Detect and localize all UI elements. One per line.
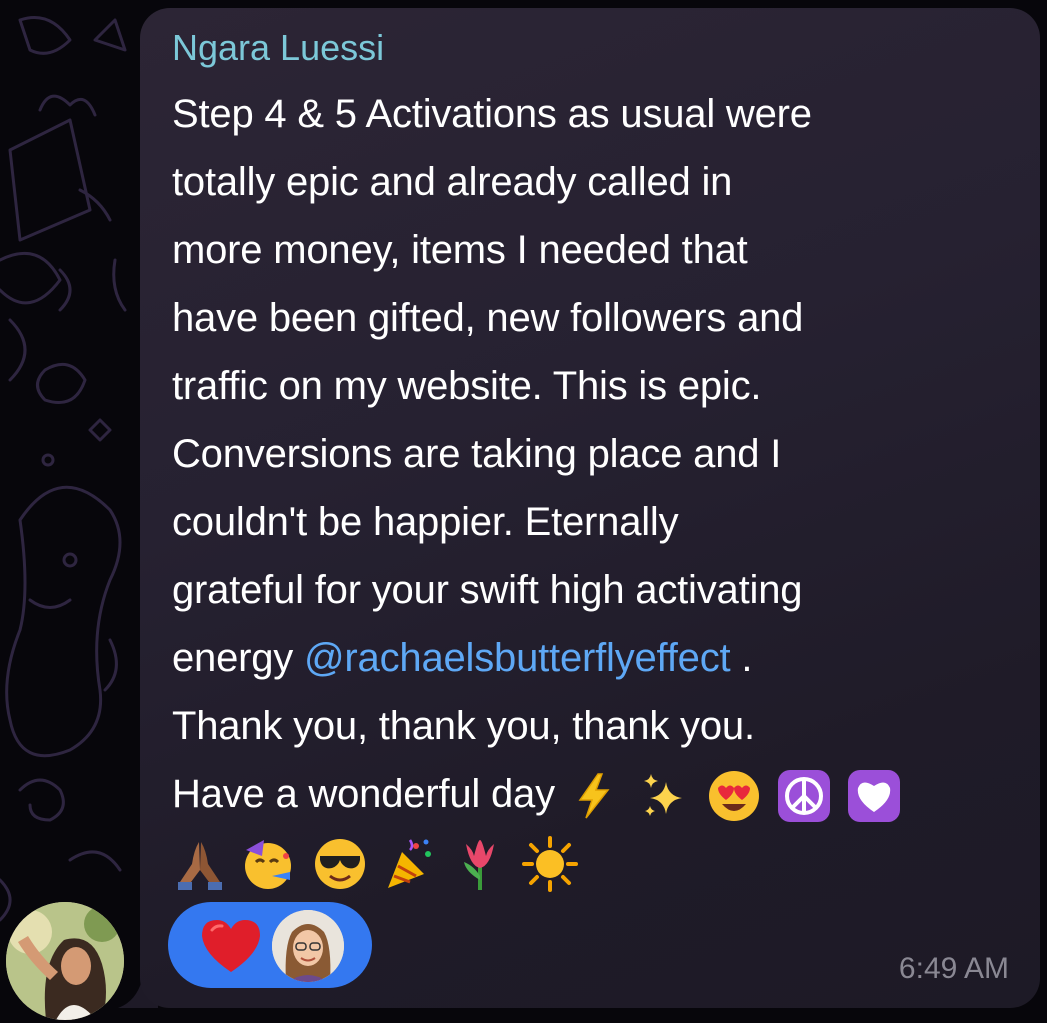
emoji-group (566, 768, 902, 824)
sun-emoji (522, 836, 578, 893)
red-heart-icon (202, 920, 260, 972)
sparkles-emoji (636, 768, 692, 824)
tulip-emoji (452, 836, 508, 892)
message-text-segment: Have a wonderful day (172, 772, 555, 816)
sender-avatar[interactable] (6, 902, 124, 1020)
praying-hands-emoji (172, 836, 228, 892)
message-line: Conversions are taking place and I (172, 432, 782, 476)
message-line: totally epic and already called in (172, 160, 733, 204)
sunglasses-emoji (312, 836, 368, 892)
message-line-emoji (172, 828, 1022, 896)
heart-eyes-emoji (706, 768, 762, 824)
message-line: traffic on my website. This is epic. (172, 364, 762, 408)
message-line: couldn't be happier. Eternally (172, 500, 679, 544)
mention-link[interactable]: @rachaelsbutterflyeffect (304, 636, 731, 680)
lightning-emoji (566, 768, 622, 824)
message-timestamp: 6:49 AM (898, 952, 1009, 985)
message-text-segment: . (730, 636, 753, 680)
message-line-mention: energy @rachaelsbutterflyeffect . (172, 624, 1022, 692)
message-line: Thank you, thank you, thank you. (172, 704, 755, 748)
message-line: Step 4 & 5 Activations as usual were (172, 92, 812, 136)
message-line: more money, items I needed that (172, 228, 748, 272)
white-heart-emoji (846, 768, 902, 824)
reactor-avatar[interactable] (272, 910, 344, 982)
message-text: Step 4 & 5 Activations as usual were tot… (172, 80, 1022, 896)
sender-name[interactable]: Ngara Luessi (172, 24, 384, 72)
peace-sign-emoji (776, 768, 832, 824)
message-line: have been gifted, new followers and (172, 296, 804, 340)
chat-view: Ngara Luessi Step 4 & 5 Activations as u… (0, 0, 1047, 1023)
party-popper-emoji (382, 836, 438, 892)
message-line-emoji: Have a wonderful day (172, 760, 1022, 828)
message-text-segment: energy (172, 636, 305, 680)
partying-face-emoji (242, 836, 298, 892)
emoji-group (172, 836, 578, 893)
message-line: grateful for your swift high activating (172, 568, 803, 612)
